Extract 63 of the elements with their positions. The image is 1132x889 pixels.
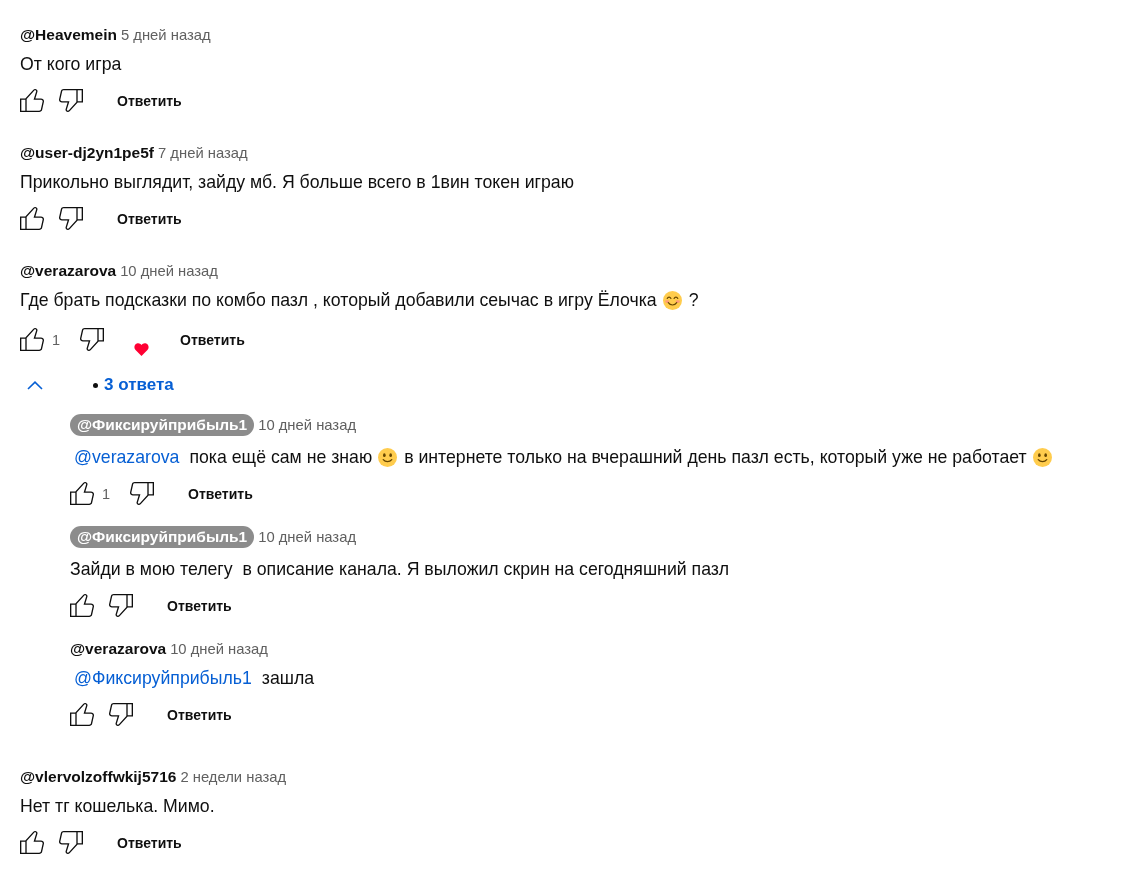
reply-button[interactable]: Ответить — [117, 831, 182, 855]
comment-text: От кого игра — [20, 53, 122, 76]
thumbs-down-icon — [130, 482, 155, 505]
thumbs-up-icon — [70, 703, 94, 726]
thumbs-down-icon — [109, 594, 133, 617]
reply-button[interactable]: Ответить — [180, 328, 245, 352]
like-button[interactable] — [20, 89, 44, 112]
comment-time[interactable]: 10 дней назад — [120, 263, 218, 279]
dislike-button[interactable] — [59, 89, 83, 112]
dislike-button[interactable] — [59, 207, 83, 230]
comment-time[interactable]: 10 дней назад — [258, 417, 357, 433]
comment-author[interactable]: @verazarova — [70, 638, 167, 660]
thumbs-up-icon — [20, 831, 44, 854]
comment-author[interactable]: @vlervolzoffwkij5716 — [20, 766, 177, 788]
like-button[interactable] — [20, 831, 44, 854]
comment-text: Где брать подсказки по комбо пазл , который добавили сеычас в игру Ёлочка ? — [20, 289, 699, 312]
mention-link[interactable]: @Фиксируйприбыль1 — [70, 668, 256, 688]
comment-author[interactable]: @verazarova — [20, 260, 117, 282]
like-count: 1 — [102, 485, 111, 504]
comment-author[interactable]: @Heavemein — [20, 24, 117, 46]
dislike-button[interactable] — [109, 703, 133, 726]
thumbs-up-icon — [20, 89, 44, 112]
smiling-face-icon — [378, 448, 398, 467]
blushing-face-icon — [662, 291, 682, 310]
thumbs-down-icon — [59, 207, 83, 230]
thumbs-up-icon — [20, 207, 44, 230]
replies-toggle-button[interactable]: 3 ответа — [27, 373, 174, 397]
dislike-button[interactable] — [80, 328, 105, 351]
reply-button[interactable]: Ответить — [167, 703, 232, 727]
like-button[interactable] — [20, 328, 44, 351]
mention-link[interactable]: @verazarova — [70, 447, 184, 467]
like-button[interactable] — [70, 703, 94, 726]
bullet-icon — [93, 382, 98, 388]
thumbs-up-icon — [70, 594, 94, 617]
thumbs-down-icon — [109, 703, 133, 726]
comment-text: @Фиксируйприбыль1 зашла — [70, 665, 315, 691]
reply-button[interactable]: Ответить — [167, 594, 232, 618]
dislike-button[interactable] — [109, 594, 133, 617]
smiling-face-icon — [1032, 448, 1052, 467]
dislike-button[interactable] — [59, 831, 83, 854]
comment-time[interactable]: 5 дней назад — [120, 27, 211, 43]
like-button[interactable] — [20, 207, 44, 230]
comment-time[interactable]: 2 недели назад — [180, 769, 287, 785]
reply-button[interactable]: Ответить — [117, 89, 182, 113]
comment-text: Зайди в мою телегу в описание канала. Я выложил скрин на сегодняшний пазл — [70, 558, 729, 581]
thumbs-down-icon — [80, 328, 105, 351]
comment-time[interactable]: 10 дней назад — [258, 529, 357, 545]
comment-time[interactable]: 10 дней назад — [170, 641, 268, 657]
comment-time[interactable]: 7 дней назад — [158, 145, 248, 161]
comment-text: @verazarova пока ещё сам не знаю в интернете только на вчерашний день пазл есть, который уже не работает — [70, 444, 1059, 470]
like-count: 1 — [52, 331, 61, 350]
reply-button[interactable]: Ответить — [117, 207, 182, 231]
comment-text: Нет тг кошелька. Мимо. — [20, 795, 215, 818]
like-button[interactable] — [70, 594, 94, 617]
comment-author[interactable]: @user-dj2yn1pe5f — [20, 142, 154, 164]
reply-button[interactable]: Ответить — [188, 482, 253, 506]
dislike-button[interactable] — [130, 482, 155, 505]
like-button[interactable] — [70, 482, 94, 505]
thumbs-down-icon — [59, 89, 83, 112]
thumbs-down-icon — [59, 831, 83, 854]
thumbs-up-icon — [70, 482, 94, 505]
comment-text: Прикольно выглядит, зайду мб. Я больше всего в 1вин токен играю — [20, 171, 574, 194]
thumbs-up-icon — [20, 328, 44, 351]
